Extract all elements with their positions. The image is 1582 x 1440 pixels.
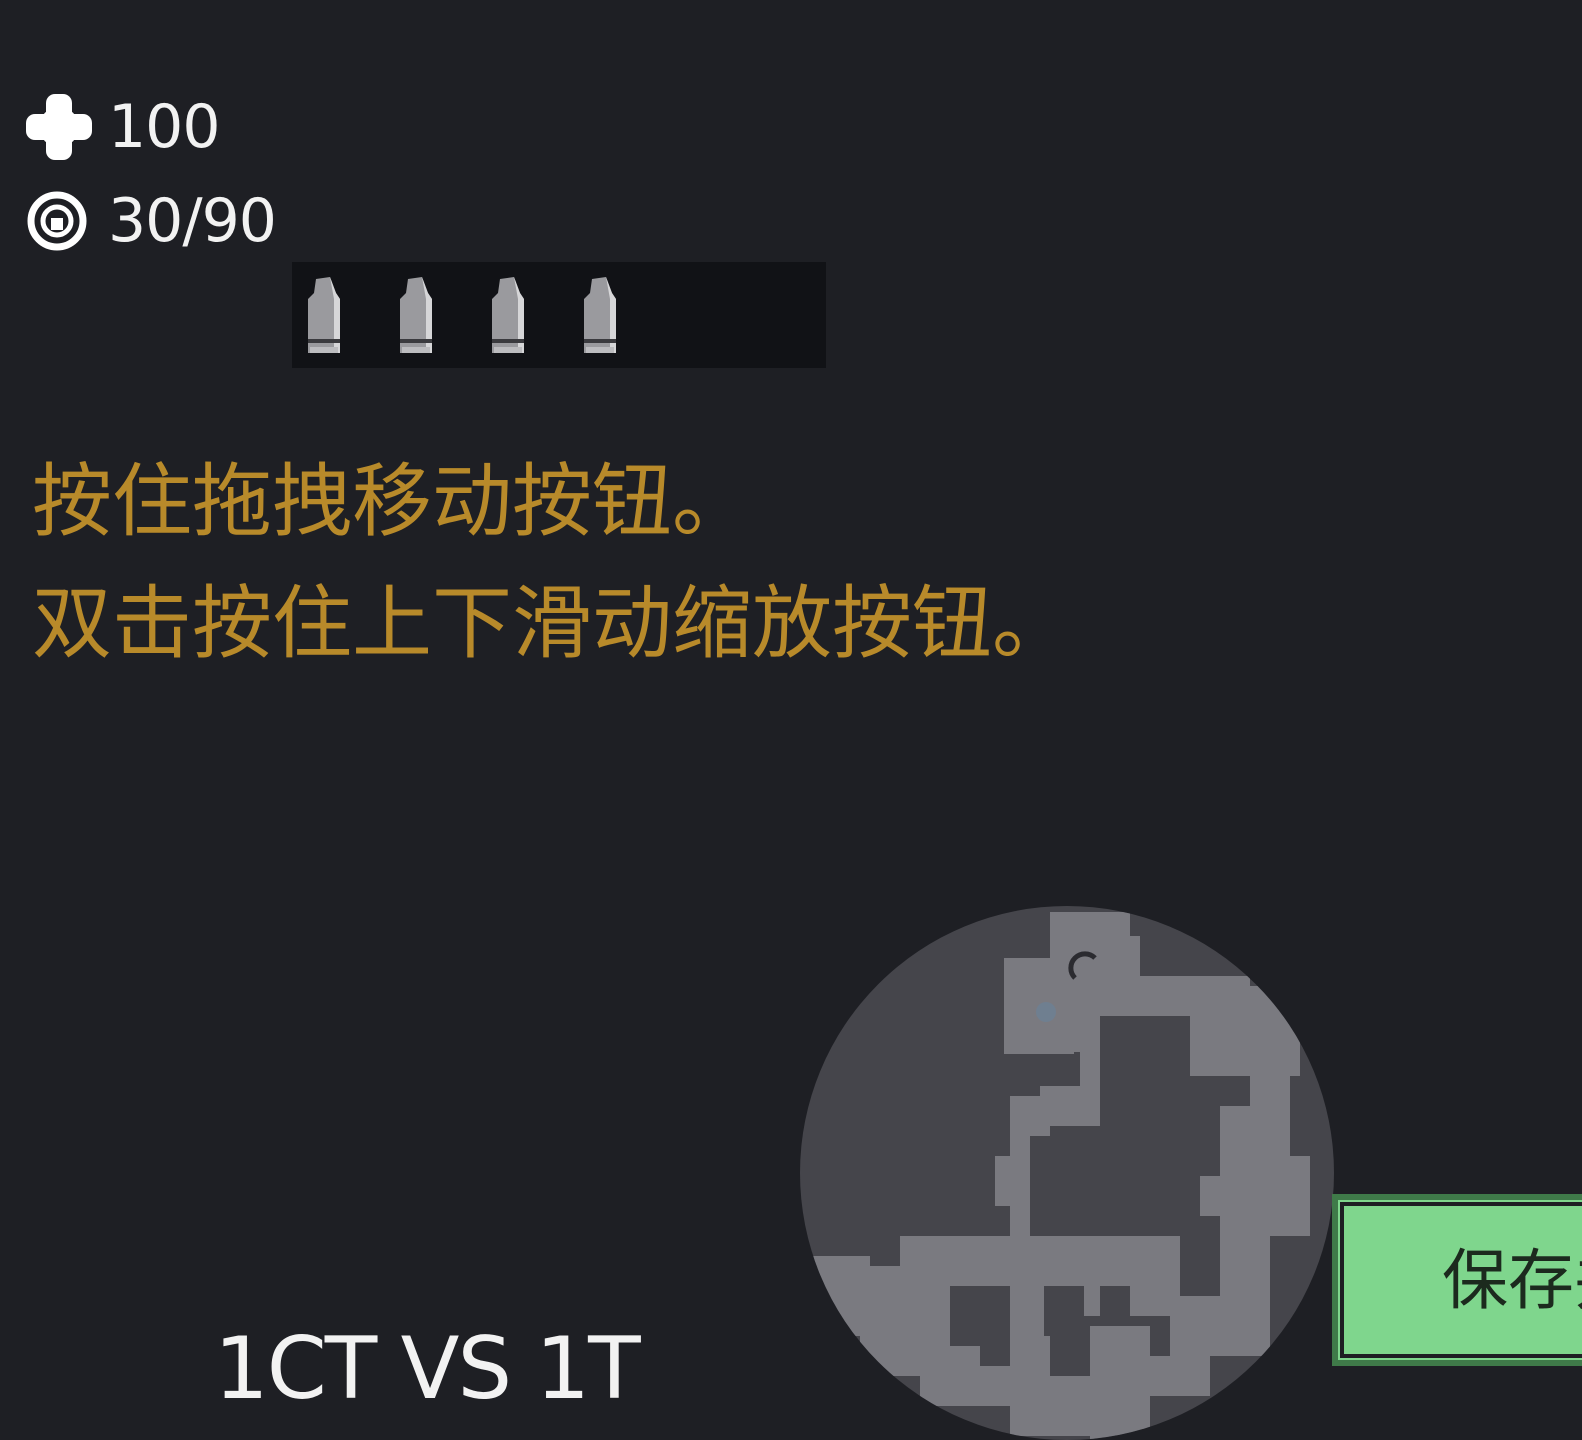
hint-double-tap-scale: 双击按住上下滑动缩放按钮。 [32, 577, 1072, 670]
hint-drag-move: 按住拖拽移动按钮。 [32, 455, 752, 548]
health-cross-icon [26, 94, 92, 160]
save-button[interactable]: 保存并 [1332, 1194, 1582, 1366]
game-hud: 100 30/90 按住拖拽移动按钮。 双击按住上下滑动缩放按钮。 1CT VS… [0, 0, 1582, 1440]
grenade-inventory [292, 262, 826, 368]
match-label: 1CT VS 1T [214, 1319, 641, 1419]
minimap-layout [800, 912, 1310, 1440]
ammo-display: 30/90 [26, 186, 277, 256]
save-button-label: 保存并 [1442, 1242, 1582, 1319]
grenade-icon[interactable] [488, 273, 528, 357]
grenade-icon[interactable] [304, 273, 344, 357]
ammo-value: 30/90 [108, 186, 277, 256]
ammo-ring-icon [26, 188, 92, 254]
grenade-icon[interactable] [396, 273, 436, 357]
health-display: 100 [26, 92, 221, 162]
health-value: 100 [108, 92, 221, 162]
grenade-icon[interactable] [580, 273, 620, 357]
minimap[interactable] [800, 906, 1334, 1440]
